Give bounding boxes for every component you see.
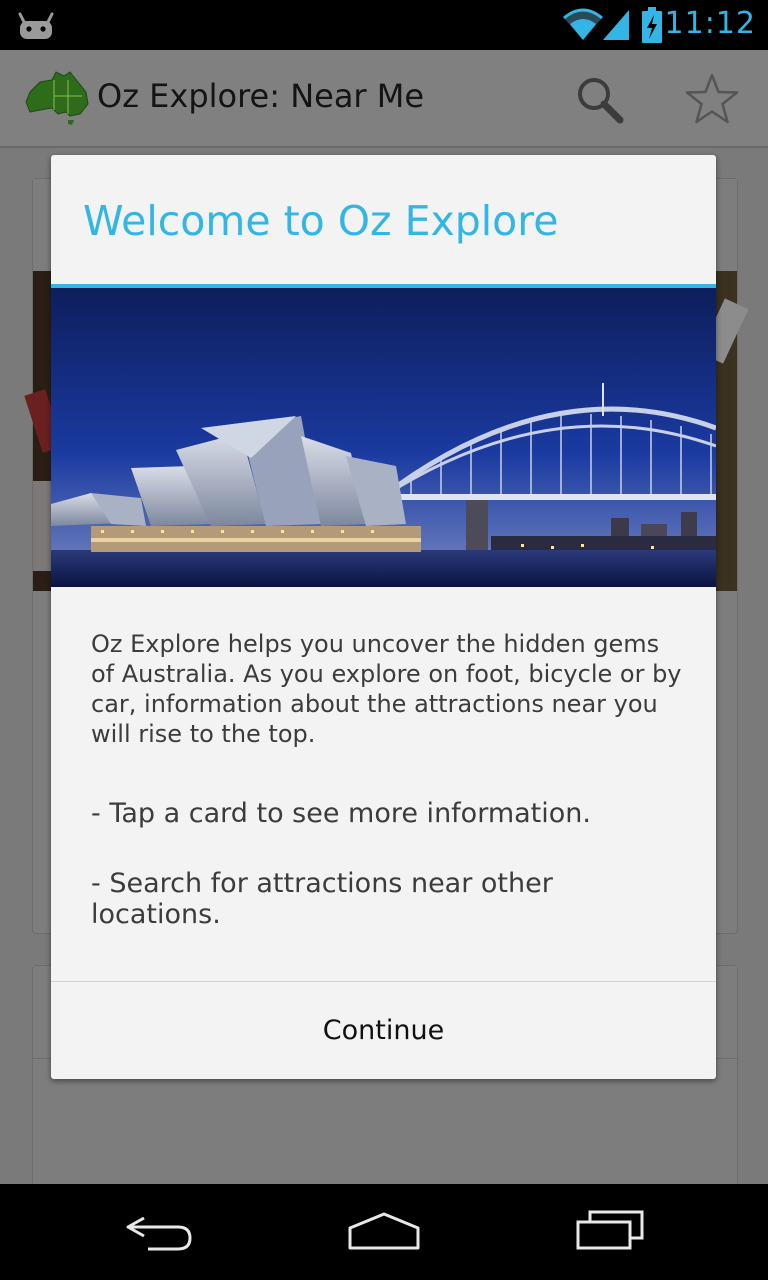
app-title: Oz Explore: Near Me [97,77,425,115]
screen: 11:12 Oz Explore: Near Me Welcome to Oz … [0,0,768,1280]
dialog-body: Oz Explore helps you uncover the hidden … [91,630,682,748]
clock: 11:12 [664,6,756,41]
card-image-detail [33,481,51,571]
android-icon [18,12,54,39]
continue-button[interactable]: Continue [51,982,716,1079]
tip-tap-card: - Tap a card to see more information. [91,798,591,829]
search-icon[interactable] [572,72,628,128]
signal-icon [603,10,629,40]
recents-icon[interactable] [572,1206,648,1256]
status-bar: 11:12 [0,0,768,50]
back-icon[interactable] [122,1210,198,1254]
navigation-bar [0,1184,768,1280]
action-bar: Oz Explore: Near Me [0,50,768,148]
dialog-title: Welcome to Oz Explore [83,197,559,245]
wifi-icon [563,8,603,40]
star-icon[interactable] [682,70,742,130]
tip-search: - Search for attractions near other loca… [91,868,553,930]
battery-charging-icon [642,7,662,43]
sydney-harbour-image [51,288,716,587]
welcome-dialog: Welcome to Oz Explore Oz Explore helps y… [51,155,716,1079]
australia-map-icon[interactable] [22,68,92,126]
home-icon[interactable] [344,1210,424,1254]
